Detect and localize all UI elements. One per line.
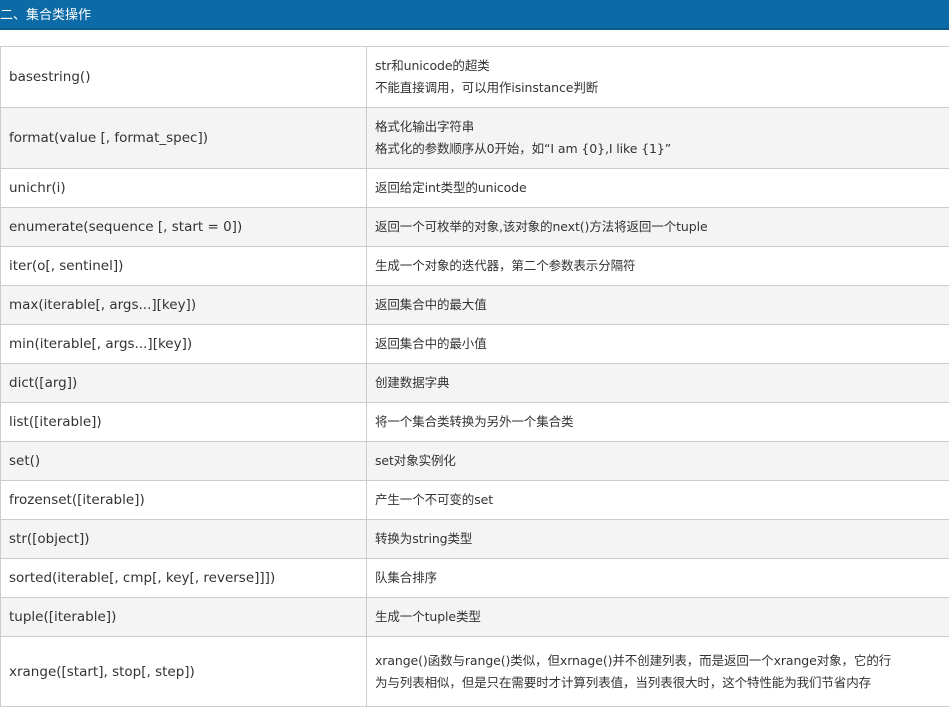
function-cell: enumerate(sequence [, start = 0]) [0, 208, 367, 246]
description-line: 返回集合中的最大值 [375, 297, 487, 312]
table-row: basestring() str和unicode的超类 不能直接调用，可以用作i… [0, 47, 949, 108]
function-cell: set() [0, 442, 367, 480]
function-name: basestring() [9, 69, 91, 85]
function-cell: unichr(i) [0, 169, 367, 207]
section-title: 二、集合类操作 [0, 8, 92, 23]
description-line: str和unicode的超类 [375, 58, 490, 73]
description-cell: 格式化输出字符串 格式化的参数顺序从0开始，如“I am {0},I like … [367, 108, 949, 168]
function-name: sorted(iterable[, cmp[, key[, reverse]]]… [9, 570, 276, 586]
description-line: 为与列表相似，但是只在需要时才计算列表值，当列表很大时，这个特性能为我们节省内存 [375, 674, 872, 690]
description-line: 生成一个对象的迭代器，第二个参数表示分隔符 [375, 258, 636, 273]
table-row: min(iterable[, args...][key]) 返回集合中的最小值 [0, 325, 949, 364]
description-cell: 生成一个tuple类型 [367, 598, 949, 636]
table-row: list([iterable]) 将一个集合类转换为另外一个集合类 [0, 403, 949, 442]
description-line: 队集合排序 [375, 570, 438, 585]
table-row: xrange([start], stop[, step]) xrange()函数… [0, 637, 949, 707]
function-name: frozenset([iterable]) [9, 492, 145, 508]
function-name: tuple([iterable]) [9, 609, 117, 625]
function-name: min(iterable[, args...][key]) [9, 336, 193, 352]
description-cell: xrange()函数与range()类似，但xrnage()并不创建列表，而是返… [367, 637, 949, 706]
description-cell: 创建数据字典 [367, 364, 949, 402]
table-row: iter(o[, sentinel]) 生成一个对象的迭代器，第二个参数表示分隔… [0, 247, 949, 286]
description-line: set对象实例化 [375, 453, 456, 468]
description-cell: 返回给定int类型的unicode [367, 169, 949, 207]
function-cell: frozenset([iterable]) [0, 481, 367, 519]
description-cell: 将一个集合类转换为另外一个集合类 [367, 403, 949, 441]
function-cell: min(iterable[, args...][key]) [0, 325, 367, 363]
table-row: set() set对象实例化 [0, 442, 949, 481]
function-name: iter(o[, sentinel]) [9, 258, 124, 274]
description-cell: str和unicode的超类 不能直接调用，可以用作isinstance判断 [367, 47, 949, 107]
function-cell: xrange([start], stop[, step]) [0, 637, 367, 706]
description-cell: 产生一个不可变的set [367, 481, 949, 519]
table-row: frozenset([iterable]) 产生一个不可变的set [0, 481, 949, 520]
table-row: dict([arg]) 创建数据字典 [0, 364, 949, 403]
description-line: 转换为string类型 [375, 531, 473, 546]
section-header: 二、集合类操作 [0, 0, 949, 30]
table-row: max(iterable[, args...][key]) 返回集合中的最大值 [0, 286, 949, 325]
function-cell: dict([arg]) [0, 364, 367, 402]
function-name: max(iterable[, args...][key]) [9, 297, 197, 313]
table-row: enumerate(sequence [, start = 0]) 返回一个可枚… [0, 208, 949, 247]
description-line: 返回给定int类型的unicode [375, 180, 527, 195]
function-name: list([iterable]) [9, 414, 102, 430]
description-cell: 返回集合中的最小值 [367, 325, 949, 363]
description-line: 不能直接调用，可以用作isinstance判断 [375, 80, 599, 95]
function-cell: tuple([iterable]) [0, 598, 367, 636]
description-line: 将一个集合类转换为另外一个集合类 [375, 414, 574, 429]
function-name: unichr(i) [9, 180, 66, 196]
description-cell: 转换为string类型 [367, 520, 949, 558]
table-row: str([object]) 转换为string类型 [0, 520, 949, 559]
description-cell: 返回集合中的最大值 [367, 286, 949, 324]
description-cell: 队集合排序 [367, 559, 949, 597]
function-name: xrange([start], stop[, step]) [9, 663, 195, 680]
description-line: xrange()函数与range()类似，但xrnage()并不创建列表，而是返… [375, 652, 892, 668]
description-line: 返回一个可枚举的对象,该对象的next()方法将返回一个tuple [375, 219, 708, 234]
description-line: 返回集合中的最小值 [375, 336, 487, 351]
function-cell: sorted(iterable[, cmp[, key[, reverse]]]… [0, 559, 367, 597]
function-name: str([object]) [9, 531, 90, 547]
description-line: 产生一个不可变的set [375, 492, 494, 507]
description-line: 格式化输出字符串 [375, 119, 475, 134]
function-cell: str([object]) [0, 520, 367, 558]
function-cell: max(iterable[, args...][key]) [0, 286, 367, 324]
function-table: basestring() str和unicode的超类 不能直接调用，可以用作i… [0, 46, 949, 707]
description-line: 格式化的参数顺序从0开始，如“I am {0},I like {1}” [375, 141, 672, 156]
function-name: set() [9, 453, 41, 469]
description-cell: 生成一个对象的迭代器，第二个参数表示分隔符 [367, 247, 949, 285]
table-row: format(value [, format_spec]) 格式化输出字符串 格… [0, 108, 949, 169]
function-name: format(value [, format_spec]) [9, 130, 208, 146]
table-row: tuple([iterable]) 生成一个tuple类型 [0, 598, 949, 637]
function-cell: list([iterable]) [0, 403, 367, 441]
description-line: 创建数据字典 [375, 375, 450, 390]
function-cell: format(value [, format_spec]) [0, 108, 367, 168]
description-cell: set对象实例化 [367, 442, 949, 480]
function-cell: iter(o[, sentinel]) [0, 247, 367, 285]
table-row: sorted(iterable[, cmp[, key[, reverse]]]… [0, 559, 949, 598]
description-cell: 返回一个可枚举的对象,该对象的next()方法将返回一个tuple [367, 208, 949, 246]
function-cell: basestring() [0, 47, 367, 107]
function-name: enumerate(sequence [, start = 0]) [9, 219, 243, 235]
description-line: 生成一个tuple类型 [375, 609, 481, 624]
function-name: dict([arg]) [9, 375, 78, 391]
table-row: unichr(i) 返回给定int类型的unicode [0, 169, 949, 208]
